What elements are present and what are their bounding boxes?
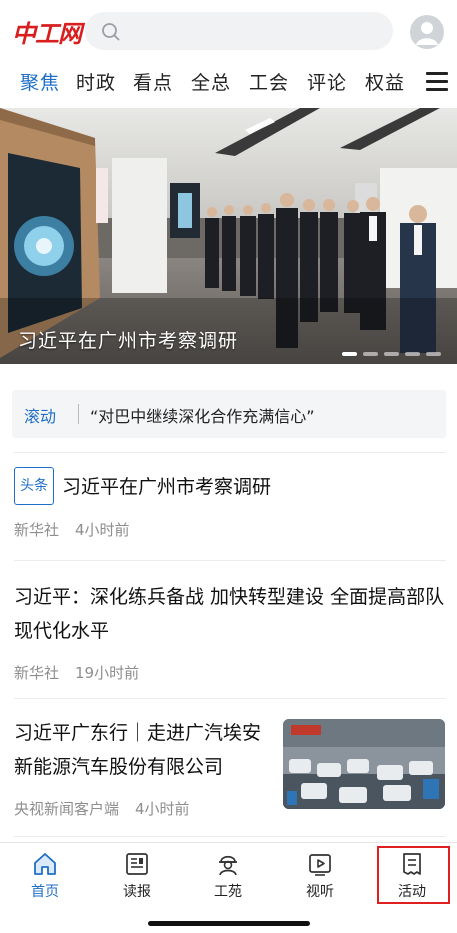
news-meta: 新华社 19小时前 xyxy=(14,662,446,683)
tab-highlights[interactable]: 看点 xyxy=(133,68,173,95)
app-logo[interactable]: 中工网 xyxy=(12,14,82,49)
ticker-text[interactable]: “对巴中继续深化合作充满信心” xyxy=(90,403,315,427)
carousel-dot xyxy=(384,352,399,356)
nav-read-paper-label: 读报 xyxy=(123,884,151,900)
divider xyxy=(14,452,446,453)
banner-caption[interactable]: 习近平在广州市考察调研 xyxy=(18,326,238,353)
nav-read-paper[interactable]: 读报 xyxy=(102,851,172,901)
newspaper-icon xyxy=(126,853,148,875)
worker-icon xyxy=(219,855,237,876)
divider xyxy=(14,836,446,837)
factory-photo xyxy=(283,719,445,809)
news-title-row: 头条 习近平在广州市考察调研 xyxy=(14,467,446,505)
tab-commentary[interactable]: 评论 xyxy=(307,68,347,95)
news-title[interactable]: 习近平广东行｜走进广汽埃安新能源汽车股份有限公司 xyxy=(14,716,264,784)
news-meta: 新华社 4小时前 xyxy=(14,519,446,540)
divider xyxy=(14,560,446,561)
bottom-navigation: 首页 读报 工苑 视听 活动 xyxy=(0,842,457,933)
menu-icon[interactable] xyxy=(426,72,448,92)
home-icon xyxy=(34,853,56,875)
carousel-dot xyxy=(405,352,420,356)
news-item[interactable]: 习近平广东行｜走进广汽埃安新能源汽车股份有限公司 央视新闻客户端 4小时前 xyxy=(14,716,264,819)
carousel-dot xyxy=(342,352,357,356)
news-item[interactable]: 习近平：深化练兵备战 加快转型建设 全面提高部队现代化水平 新华社 19小时前 xyxy=(14,580,446,683)
tab-politics[interactable]: 时政 xyxy=(76,68,116,95)
headline-banner[interactable]: 习近平在广州市考察调研 xyxy=(0,108,457,364)
news-title[interactable]: 习近平：深化练兵备战 加快转型建设 全面提高部队现代化水平 xyxy=(14,580,446,648)
carousel-dot xyxy=(363,352,378,356)
headline-badge: 头条 xyxy=(14,467,54,505)
nav-worker-garden-label: 工苑 xyxy=(214,884,242,900)
nav-audio-video[interactable]: 视听 xyxy=(285,851,355,901)
tab-union[interactable]: 工会 xyxy=(249,68,289,95)
news-time: 4小时前 xyxy=(75,521,130,539)
tab-focus[interactable]: 聚焦 xyxy=(20,68,60,95)
category-tabs: 聚焦 时政 看点 全总 工会 评论 权益 xyxy=(0,62,457,106)
news-item[interactable]: 头条 习近平在广州市考察调研 新华社 4小时前 xyxy=(14,467,446,540)
video-icon xyxy=(309,854,331,876)
news-title[interactable]: 习近平在广州市考察调研 xyxy=(62,476,271,498)
divider xyxy=(14,698,446,699)
ticker-divider xyxy=(78,404,79,424)
tab-rights[interactable]: 权益 xyxy=(365,68,405,95)
news-meta: 央视新闻客户端 4小时前 xyxy=(14,798,264,819)
home-indicator[interactable] xyxy=(148,921,310,926)
news-source: 新华社 xyxy=(14,521,60,539)
app-header: 中工网 xyxy=(0,0,457,62)
nav-audio-video-label: 视听 xyxy=(306,884,334,900)
nav-worker-garden[interactable]: 工苑 xyxy=(193,851,263,901)
avatar-silhouette-icon xyxy=(416,22,438,45)
tab-federation[interactable]: 全总 xyxy=(191,68,231,95)
news-source: 新华社 xyxy=(14,664,60,682)
search-icon xyxy=(102,23,120,41)
scrolling-news-ticker[interactable]: 滚动 “对巴中继续深化合作充满信心” xyxy=(12,390,446,438)
nav-home[interactable]: 首页 xyxy=(10,851,80,901)
nav-home-label: 首页 xyxy=(31,884,59,900)
news-source: 央视新闻客户端 xyxy=(14,800,120,818)
carousel-dot xyxy=(426,352,441,356)
search-input[interactable] xyxy=(85,12,393,50)
ticker-label: 滚动 xyxy=(24,407,57,426)
news-time: 19小时前 xyxy=(75,664,140,682)
news-time: 4小时前 xyxy=(135,800,190,818)
user-avatar-icon[interactable] xyxy=(410,15,444,49)
activity-highlight-box xyxy=(377,846,450,904)
news-thumbnail[interactable] xyxy=(283,719,445,809)
